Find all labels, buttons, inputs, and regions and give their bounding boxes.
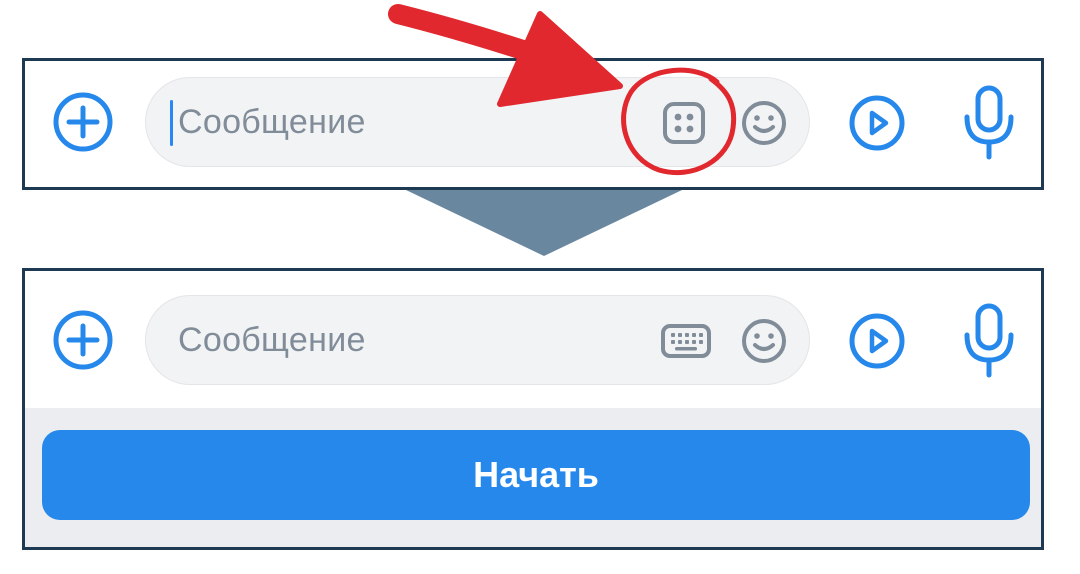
- video-message-button[interactable]: [847, 93, 907, 153]
- smile-icon: [742, 101, 786, 145]
- video-message-button[interactable]: [847, 311, 907, 371]
- message-placeholder: Сообщение: [178, 321, 366, 359]
- bot-keyboard-area: Начать: [25, 408, 1041, 547]
- smile-icon: [742, 319, 786, 363]
- microphone-icon: [964, 303, 1014, 378]
- attach-button[interactable]: [51, 308, 115, 372]
- voice-message-button[interactable]: [961, 301, 1017, 379]
- plus-circle-icon: [53, 310, 113, 370]
- voice-message-button[interactable]: [961, 83, 1017, 161]
- keyboard-icon: [661, 324, 711, 358]
- microphone-icon: [964, 85, 1014, 160]
- emoji-button[interactable]: [740, 317, 788, 365]
- annotation-circle: [621, 67, 737, 176]
- start-button[interactable]: Начать: [42, 430, 1030, 520]
- play-circle-icon: [849, 95, 905, 151]
- keyboard-toggle-button[interactable]: [660, 317, 712, 365]
- message-composer-bar: Сообщение: [25, 271, 1041, 404]
- emoji-button[interactable]: [740, 99, 788, 147]
- message-input[interactable]: Сообщение: [145, 295, 810, 385]
- composer-panel-after: Сообщение Начать: [22, 268, 1044, 550]
- annotation-arrow: [388, 4, 623, 107]
- transition-arrow: [406, 190, 682, 256]
- play-circle-icon: [849, 313, 905, 369]
